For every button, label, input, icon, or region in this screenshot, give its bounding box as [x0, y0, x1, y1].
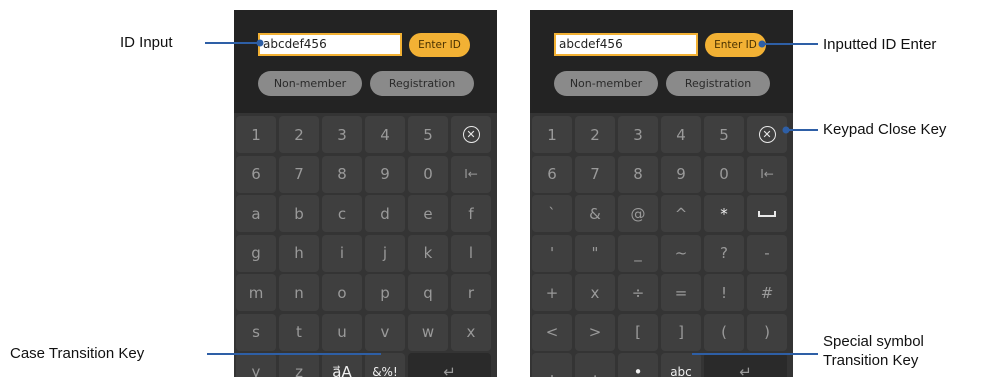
callout-special-symbol-line1: Special symbol [823, 333, 924, 350]
enter-connector-dot [758, 40, 766, 48]
callout-special-symbol-line2: Transition Key [823, 352, 919, 369]
id-input-connector-dot [256, 39, 264, 47]
callout-connectors [205, 39, 818, 355]
callout-case-transition-key: Case Transition Key [10, 345, 145, 362]
callout-id-input: ID Input [120, 34, 173, 51]
callout-inputted-id-enter: Inputted ID Enter [823, 36, 937, 53]
close-key-connector-dot [782, 126, 790, 134]
callout-keypad-close-key: Keypad Close Key [823, 121, 947, 138]
